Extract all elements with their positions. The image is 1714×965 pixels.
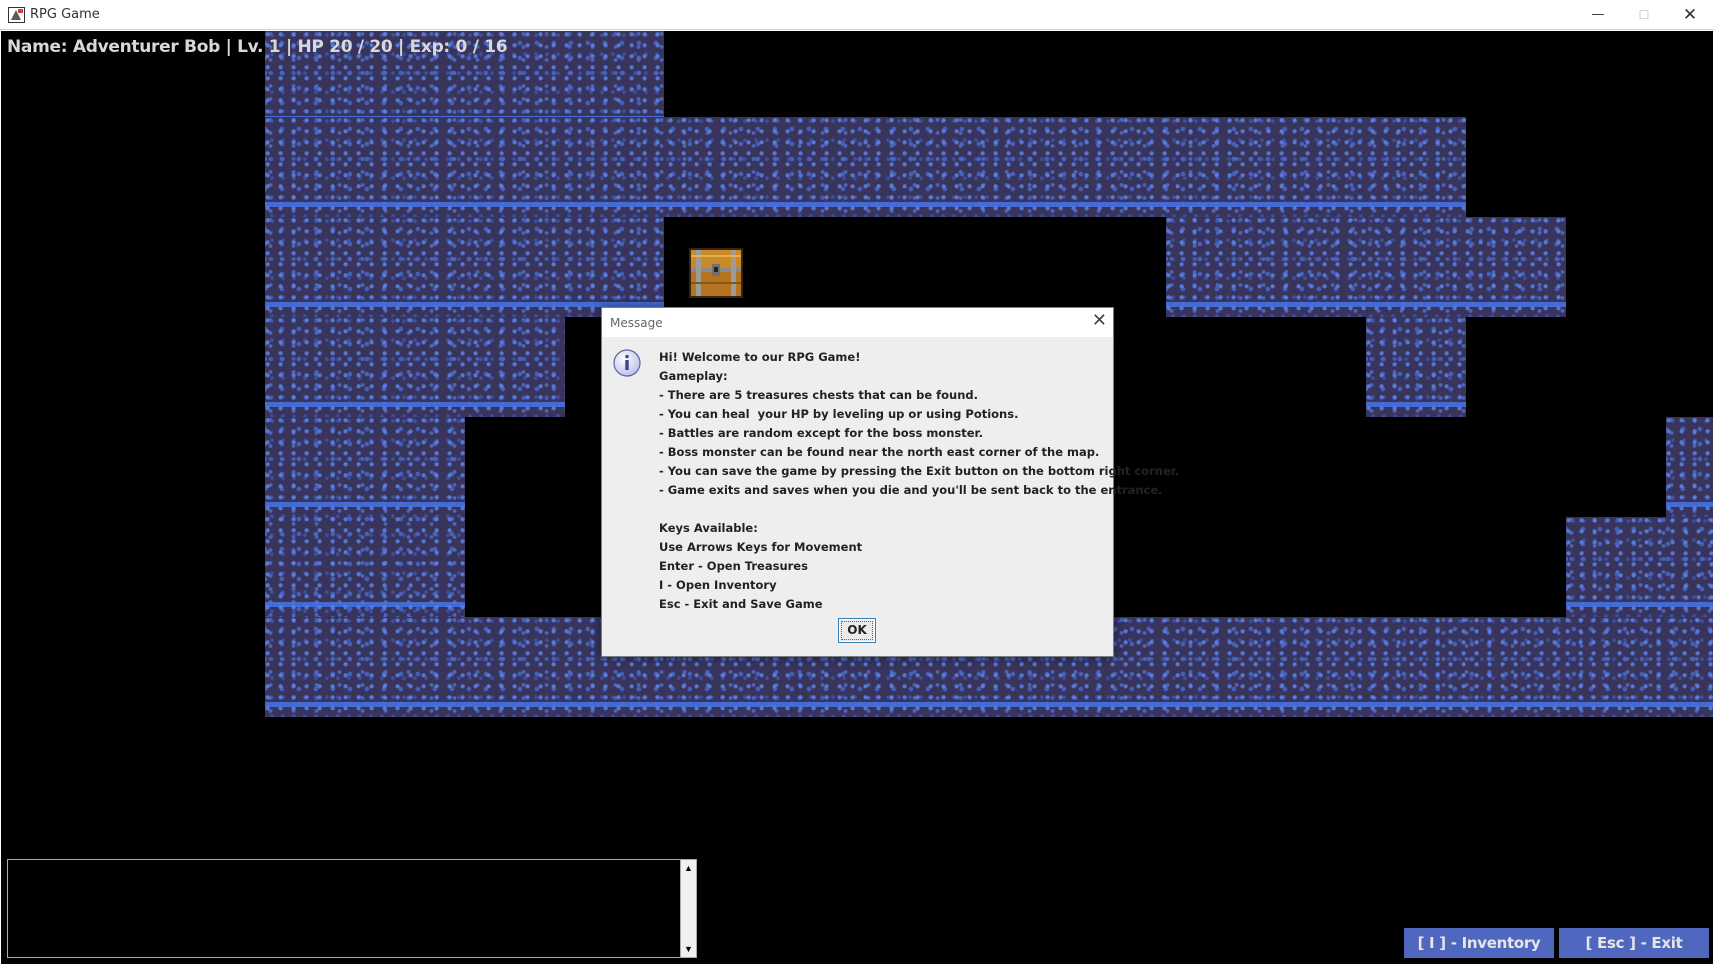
message-line: - There are 5 treasures chests that can … xyxy=(659,388,979,402)
map-wall-tile xyxy=(1166,217,1566,317)
player-status: Name: Adventurer Bob | Lv. 1 | HP 20 / 2… xyxy=(7,37,508,57)
map-wall-tile xyxy=(265,117,1466,217)
map-wall-tile xyxy=(265,317,565,417)
log-scrollbar[interactable]: ▲ ▼ xyxy=(680,860,696,957)
game-log-panel[interactable]: ▲ ▼ xyxy=(7,859,697,958)
map-wall-tile xyxy=(265,417,465,617)
message-line: Gameplay: xyxy=(659,369,728,383)
message-line: Use Arrows Keys for Movement xyxy=(659,540,863,554)
message-line: - You can save the game by pressing the … xyxy=(659,464,1180,478)
map-wall-tile xyxy=(1366,317,1466,417)
message-line: - You can heal your HP by leveling up or… xyxy=(659,407,1019,421)
message-dialog: Message ✕ Hi! Welcome to our RPG Game! G… xyxy=(601,307,1180,657)
message-line: - Game exits and saves when you die and … xyxy=(659,483,1163,497)
dialog-close-button[interactable]: ✕ xyxy=(1092,310,1107,331)
message-line: Hi! Welcome to our RPG Game! xyxy=(659,350,861,364)
message-line: - Boss monster can be found near the nor… xyxy=(659,445,1100,459)
scroll-down-arrow-icon[interactable]: ▼ xyxy=(681,941,696,957)
scroll-up-arrow-icon[interactable]: ▲ xyxy=(681,860,696,876)
info-icon xyxy=(613,349,641,377)
treasure-chest-icon[interactable] xyxy=(686,244,746,302)
app-icon xyxy=(8,7,25,23)
exit-button[interactable]: [ Esc ] - Exit xyxy=(1559,928,1709,958)
dialog-titlebar: Message ✕ xyxy=(602,308,1113,337)
message-line: Enter - Open Treasures xyxy=(659,559,808,573)
maximize-button[interactable]: ☐ xyxy=(1621,0,1667,30)
message-line xyxy=(659,500,1109,519)
window-title: RPG Game xyxy=(30,7,100,22)
dialog-message: Hi! Welcome to our RPG Game! Gameplay: -… xyxy=(659,348,1180,614)
window-titlebar: RPG Game — ☐ ✕ xyxy=(0,0,1714,30)
message-line: - Battles are random except for the boss… xyxy=(659,426,983,440)
message-line: Esc - Exit and Save Game xyxy=(659,597,823,611)
minimize-button[interactable]: — xyxy=(1575,0,1621,30)
inventory-button[interactable]: [ I ] - Inventory xyxy=(1404,928,1554,958)
close-button[interactable]: ✕ xyxy=(1667,0,1713,30)
message-line: Keys Available: xyxy=(659,521,758,535)
ok-button[interactable]: OK xyxy=(838,618,876,643)
map-wall-tile xyxy=(1566,517,1713,617)
dialog-title: Message xyxy=(610,316,663,330)
map-wall-tile xyxy=(1666,417,1713,517)
message-line: I - Open Inventory xyxy=(659,578,777,592)
map-wall-tile xyxy=(265,217,664,317)
